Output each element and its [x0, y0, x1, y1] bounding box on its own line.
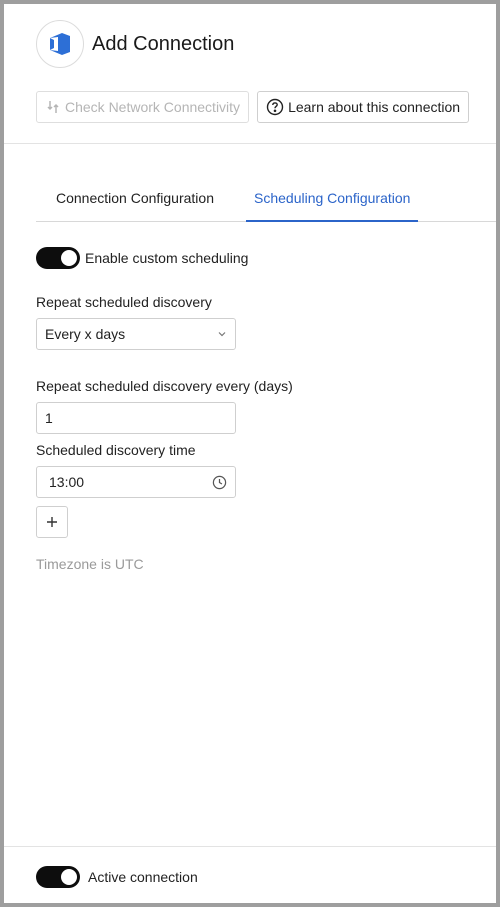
discovery-time-input[interactable] — [49, 474, 212, 490]
page-title: Add Connection — [92, 32, 235, 55]
footer-divider — [4, 846, 496, 847]
discovery-time-field[interactable] — [36, 466, 236, 498]
toggle-knob — [61, 250, 77, 266]
network-check-icon — [45, 99, 61, 115]
azure-devops-logo-icon — [36, 20, 84, 68]
help-circle-icon — [266, 98, 284, 116]
tab-connection-configuration[interactable]: Connection Configuration — [36, 176, 234, 221]
custom-scheduling-row: Enable custom scheduling — [36, 246, 476, 270]
toggle-knob — [61, 869, 77, 885]
check-network-button[interactable]: Check Network Connectivity — [36, 91, 250, 123]
tab-bar: Connection Configuration Scheduling Conf… — [36, 176, 496, 222]
tab-scheduling-configuration[interactable]: Scheduling Configuration — [234, 176, 430, 222]
repeat-interval-input[interactable] — [45, 410, 227, 426]
panel-footer: Active connection — [36, 866, 198, 888]
custom-scheduling-label: Enable custom scheduling — [85, 250, 249, 266]
custom-scheduling-toggle[interactable] — [36, 247, 80, 269]
repeat-discovery-value: Every x days — [45, 326, 126, 342]
timezone-note: Timezone is UTC — [36, 556, 144, 572]
add-connection-panel: Add Connection Check Network Connectivit… — [4, 4, 496, 903]
repeat-discovery-select[interactable]: Every x days — [36, 318, 236, 350]
discovery-time-label: Scheduled discovery time — [36, 442, 196, 458]
plus-icon — [47, 517, 57, 527]
check-network-label: Check Network Connectivity — [65, 99, 241, 115]
action-row: Check Network Connectivity Learn about t… — [36, 91, 470, 123]
active-connection-toggle[interactable] — [36, 866, 80, 888]
repeat-discovery-label: Repeat scheduled discovery — [36, 294, 212, 310]
scheduling-form: Enable custom scheduling Repeat schedule… — [36, 246, 476, 572]
learn-about-connection-button[interactable]: Learn about this connection — [257, 91, 470, 123]
repeat-interval-label: Repeat scheduled discovery every (days) — [36, 378, 293, 394]
repeat-interval-field[interactable] — [36, 402, 236, 434]
active-connection-label: Active connection — [88, 869, 198, 885]
clock-icon[interactable] — [212, 475, 227, 490]
header-divider — [4, 143, 496, 144]
learn-about-label: Learn about this connection — [288, 99, 461, 115]
panel-header: Add Connection — [36, 20, 234, 68]
add-time-button[interactable] — [36, 506, 68, 538]
chevron-down-icon — [217, 329, 227, 339]
